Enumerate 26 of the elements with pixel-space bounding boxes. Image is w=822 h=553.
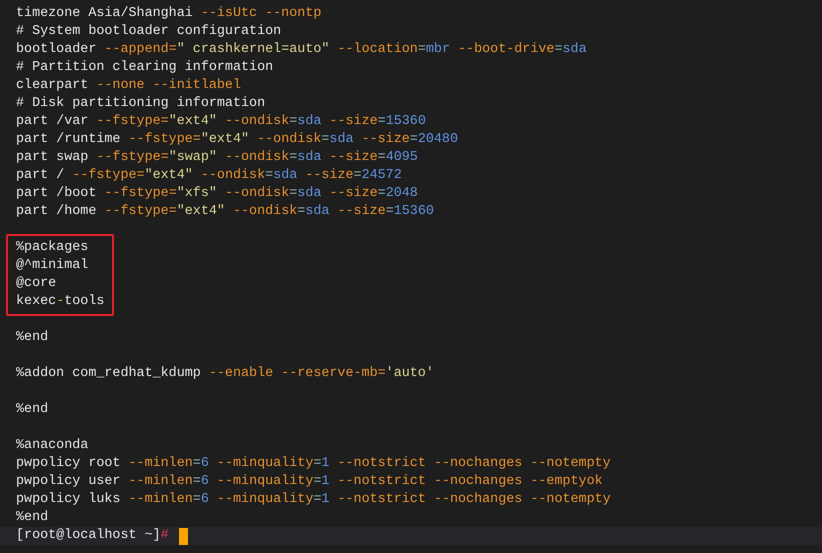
terminal-line: timezone Asia/Shanghai --isUtc --nontp: [16, 5, 322, 23]
cursor-icon: [178, 528, 188, 544]
terminal-line: %end: [16, 329, 50, 347]
terminal-line: %packages: [16, 239, 90, 257]
terminal-line: # Partition clearing information: [16, 59, 274, 77]
terminal-line: pwpolicy user --minlen=6 --minquality=1 --notstrict --nochanges --emptyok: [16, 473, 604, 491]
terminal-line: part / --fstype="ext4" --ondisk=sda --size=24572: [16, 167, 403, 185]
terminal-line: part /runtime --fstype="ext4" --ondisk=sda --size=20480: [16, 131, 460, 149]
terminal-line: @core: [16, 275, 58, 293]
terminal-line: %end: [16, 509, 50, 527]
terminal-line: pwpolicy root --minlen=6 --minquality=1 --notstrict --nochanges --notempty: [16, 455, 612, 473]
terminal-line: %anaconda: [16, 437, 90, 455]
terminal-line: pwpolicy luks --minlen=6 --minquality=1 --notstrict --nochanges --notempty: [16, 491, 612, 509]
terminal-line: clearpart --none --initlabel: [16, 77, 242, 95]
terminal-line: part /var --fstype="ext4" --ondisk=sda --size=15360: [16, 113, 427, 131]
terminal-line: part /home --fstype="ext4" --ondisk=sda --size=15360: [16, 203, 435, 221]
terminal-line: bootloader --append=" crashkernel=auto" --location=mbr --boot-drive=sda: [16, 41, 588, 59]
terminal-line: # System bootloader configuration: [16, 23, 282, 41]
terminal-line: # Disk partitioning information: [16, 95, 266, 113]
terminal-line: part /boot --fstype="xfs" --ondisk=sda --size=2048: [16, 185, 419, 203]
terminal-line: %end: [16, 401, 50, 419]
terminal-line: %addon com_redhat_kdump --enable --reserve-mb='auto': [16, 365, 435, 383]
terminal-line: part swap --fstype="swap" --ondisk=sda --size=4095: [16, 149, 419, 167]
shell-prompt: [root@localhost ~]#: [16, 527, 169, 545]
terminal-line: @^minimal: [16, 257, 90, 275]
terminal-line: kexec-tools: [16, 293, 104, 311]
